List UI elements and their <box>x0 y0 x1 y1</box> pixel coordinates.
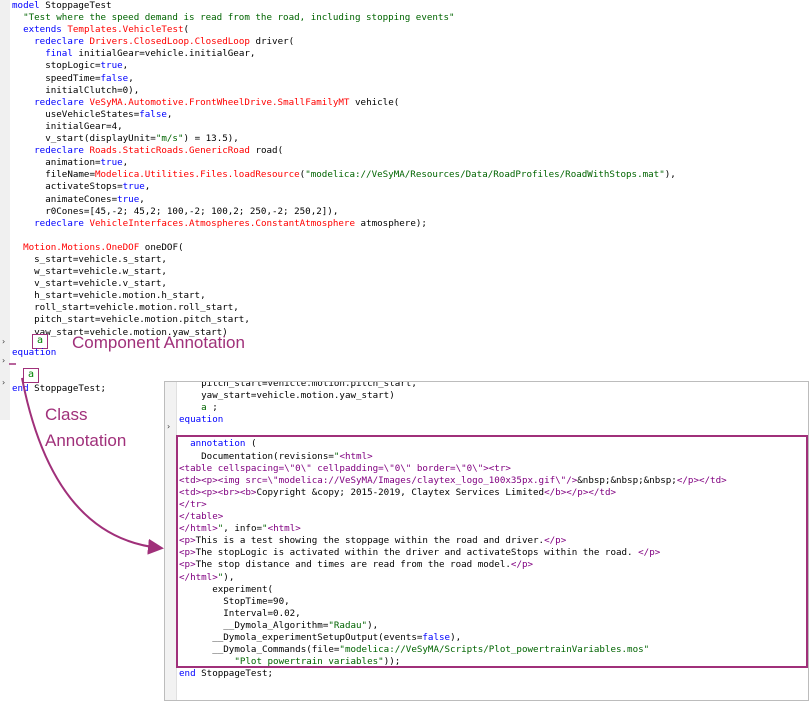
annotation-arrows <box>9 363 164 555</box>
class-annotation-arrow <box>21 377 164 555</box>
